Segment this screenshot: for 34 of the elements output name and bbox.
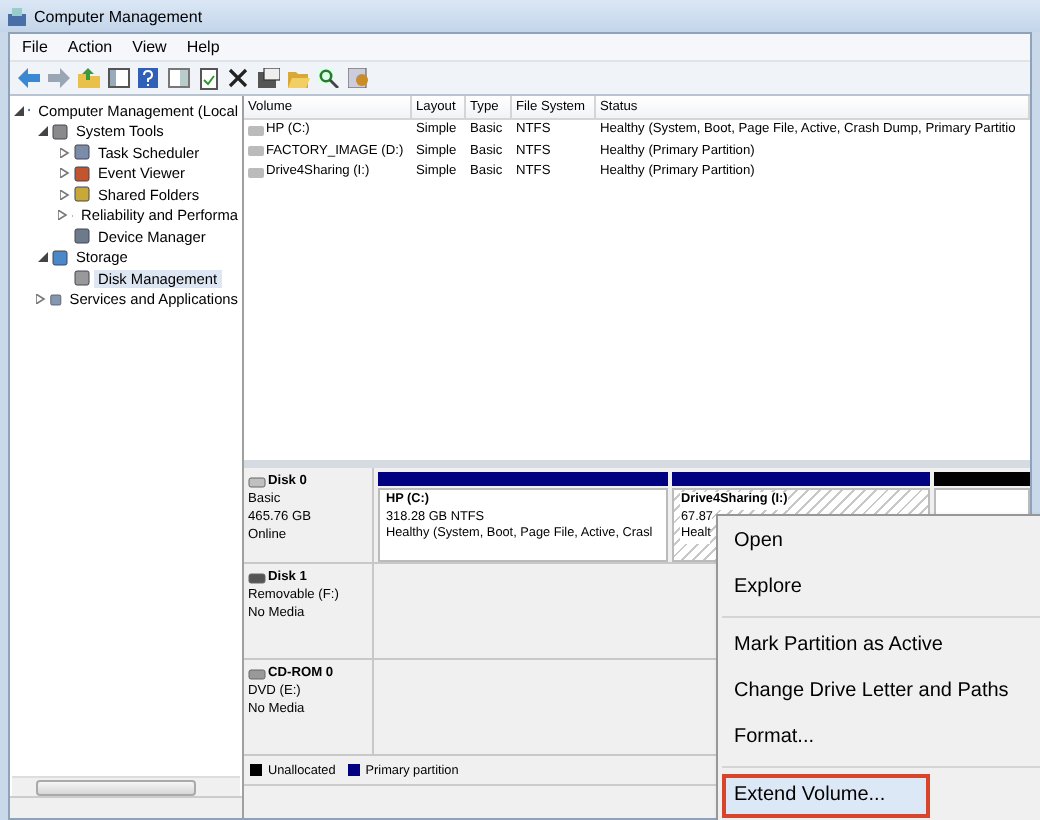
horizontal-scrollbar[interactable] [12, 776, 240, 796]
context-menu-item[interactable]: Extend Volume... [722, 774, 930, 818]
menu-item[interactable]: File [22, 38, 48, 56]
gear-document-icon[interactable] [347, 68, 369, 88]
app-icon [8, 7, 26, 25]
window-icon[interactable] [167, 68, 189, 88]
drive-icon [248, 571, 266, 583]
collapse-arrow-icon[interactable] [36, 126, 48, 137]
panel-toggle-icon[interactable] [107, 68, 129, 88]
context-menu-item[interactable]: Open [722, 520, 1040, 564]
menu-item[interactable]: Action [67, 38, 113, 56]
document-check-icon[interactable] [199, 67, 217, 89]
context-menu-item[interactable]: Mark Partition as Active [722, 624, 1040, 668]
drive-icon [248, 475, 266, 487]
collapse-arrow-icon[interactable] [36, 252, 48, 263]
help-icon[interactable] [138, 68, 158, 88]
delete-icon[interactable] [228, 68, 248, 88]
expand-arrow-icon[interactable] [58, 168, 70, 179]
context-menu-item[interactable]: Change Drive Letter and Paths [722, 670, 1040, 714]
collapse-arrow-icon[interactable] [14, 105, 24, 116]
expand-arrow-icon[interactable] [58, 147, 70, 158]
back-arrow-icon[interactable] [17, 68, 39, 88]
expand-arrow-icon[interactable] [36, 294, 46, 305]
menu-item[interactable]: Help [186, 38, 220, 56]
cd-drive-icon [248, 667, 266, 679]
menu-item[interactable]: View [132, 38, 167, 56]
expand-arrow-icon[interactable] [58, 210, 68, 221]
context-menu-item[interactable]: Explore [722, 566, 1040, 610]
search-icon[interactable] [317, 68, 339, 88]
window-title: Computer Management [34, 7, 203, 25]
expand-arrow-icon[interactable] [58, 189, 70, 200]
properties-icon[interactable] [257, 68, 279, 88]
folder-up-icon[interactable] [77, 68, 99, 88]
context-menu-item[interactable]: Format... [722, 716, 1040, 760]
